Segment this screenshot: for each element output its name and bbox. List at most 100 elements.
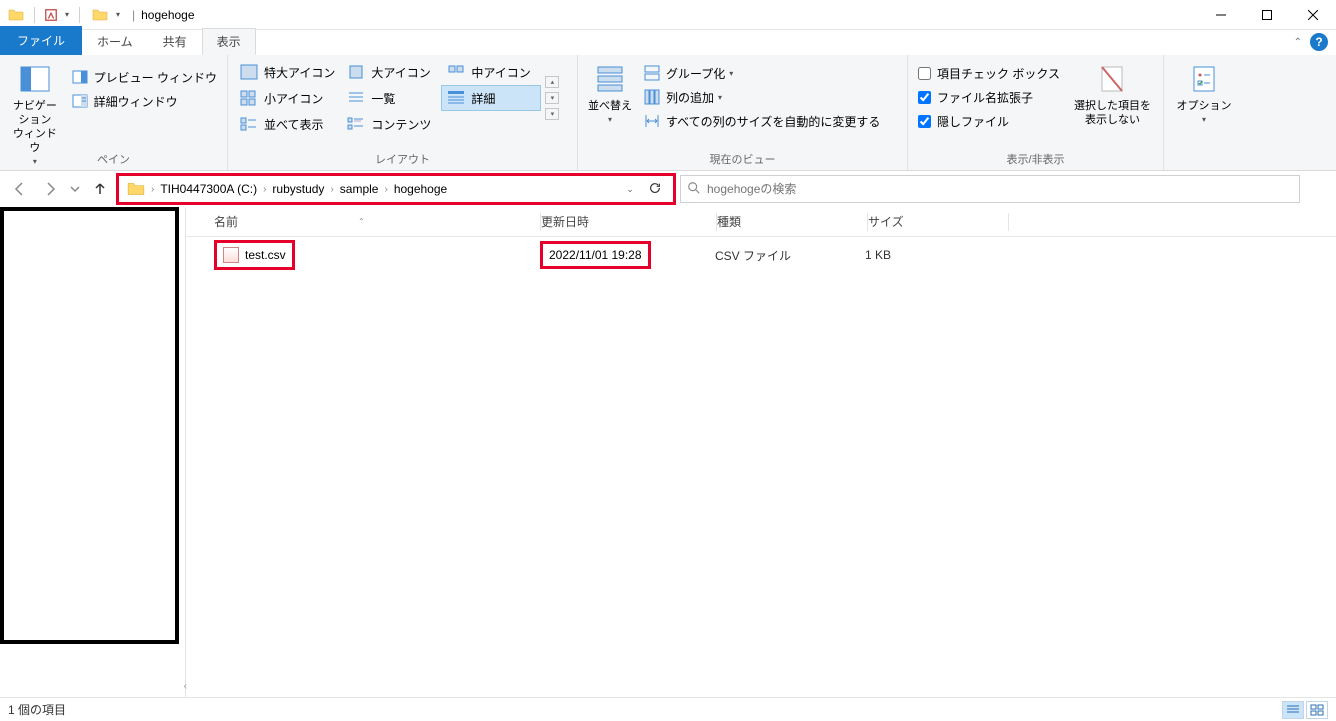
up-button[interactable] [88,177,112,201]
details-pane-icon [72,93,88,109]
column-header-size[interactable]: サイズ [868,213,1008,230]
separator: | [132,8,135,22]
qat-customize-icon[interactable]: ▾ [116,10,124,19]
breadcrumb-item[interactable]: rubystudy [268,182,328,196]
search-input[interactable] [707,182,1293,196]
layout-tiles[interactable]: 並べて表示 [234,111,341,137]
address-dropdown-icon[interactable]: ⌄ [619,184,641,195]
highlight-box: test.csv [214,240,295,270]
layout-label: 中アイコン [471,64,530,81]
layout-extra-large[interactable]: 特大アイコン [234,59,341,85]
file-name: test.csv [245,248,286,262]
checkbox[interactable] [918,91,931,104]
tab-home[interactable]: ホーム [82,28,148,55]
chevron-right-icon[interactable]: › [382,184,389,195]
options-button[interactable]: オプション ▾ [1173,59,1236,147]
navigation-pane[interactable] [0,207,186,698]
sort-label: 並べ替え [588,99,632,113]
hidden-files-toggle[interactable]: 隠しファイル [914,109,1064,133]
hide-selected-label: 選択した項目を 表示しない [1074,99,1151,127]
sort-by-button[interactable]: 並べ替え ▾ [584,59,636,147]
layout-content[interactable]: コンテンツ [341,111,441,137]
qat-dropdown-icon[interactable]: ▾ [65,10,73,19]
navigation-pane-icon [19,63,51,95]
chevron-right-icon[interactable]: › [261,184,268,195]
navigation-pane-button[interactable]: ナビゲーション ウィンドウ ▾ [6,59,64,147]
checkbox[interactable] [918,67,931,80]
column-separator[interactable] [1008,213,1009,231]
hide-selected-button[interactable]: 選択した項目を 表示しない [1070,59,1155,147]
chevron-down-icon: ▾ [608,115,612,124]
preview-pane-icon [72,69,88,85]
preview-pane-button[interactable]: プレビュー ウィンドウ [68,65,221,89]
maximize-button[interactable] [1244,0,1290,30]
checkbox-label: ファイル名拡張子 [937,89,1033,106]
tab-share[interactable]: 共有 [148,28,202,55]
options-icon [1188,63,1220,95]
help-icon[interactable]: ? [1310,33,1328,51]
file-list: 名前⌃ 更新日時 種類 サイズ test.csv 2022/11/01 19:2… [186,207,1336,698]
file-extensions-toggle[interactable]: ファイル名拡張子 [914,85,1064,109]
layout-label: 特大アイコン [264,64,335,81]
chevron-down-icon: ▾ [729,69,733,78]
layout-list[interactable]: 一覧 [341,85,441,111]
group-by-button[interactable]: グループ化 ▾ [640,61,884,85]
chevron-down-icon: ▾ [1202,115,1206,124]
checkbox[interactable] [918,115,931,128]
layout-small[interactable]: 小アイコン [234,85,341,111]
thumbnails-view-toggle[interactable] [1306,701,1328,719]
status-bar: 1 個の項目 [0,697,1336,721]
group-label-current-view: 現在のビュー [584,149,901,168]
layout-label: 並べて表示 [264,116,324,133]
splitter[interactable] [179,207,185,698]
details-pane-button[interactable]: 詳細ウィンドウ [68,89,221,113]
chevron-right-icon[interactable]: › [149,184,156,195]
breadcrumb-item[interactable]: sample [336,182,383,196]
column-headers: 名前⌃ 更新日時 種類 サイズ [186,207,1336,237]
qat-properties-icon[interactable] [43,7,59,23]
forward-button[interactable] [38,177,62,201]
group-icon [644,65,660,81]
search-box[interactable] [680,175,1300,203]
list-icon [347,90,365,106]
layout-details[interactable]: 詳細 [441,85,541,111]
breadcrumb-item[interactable]: hogehoge [390,182,451,196]
file-name-cell: test.csv [214,240,540,270]
minimize-button[interactable] [1198,0,1244,30]
checkbox-label: 項目チェック ボックス [937,65,1060,82]
layout-medium[interactable]: 中アイコン [441,59,541,85]
main-area: 名前⌃ 更新日時 種類 サイズ test.csv 2022/11/01 19:2… [0,207,1336,698]
column-header-name[interactable]: 名前⌃ [214,213,540,230]
column-header-type[interactable]: 種類 [717,213,867,230]
chevron-right-icon[interactable]: › [328,184,335,195]
file-row[interactable]: test.csv 2022/11/01 19:28 CSV ファイル 1 KB [186,237,1336,273]
recent-locations-button[interactable] [68,177,82,201]
refresh-button[interactable] [641,181,669,198]
add-columns-button[interactable]: 列の追加 ▾ [640,85,884,109]
layout-large[interactable]: 大アイコン [341,59,441,85]
address-bar[interactable]: › TIH0447300A (C:) › rubystudy › sample … [118,175,674,203]
item-checkboxes-toggle[interactable]: 項目チェック ボックス [914,61,1064,85]
file-date-cell: 2022/11/01 19:28 [540,241,715,269]
tab-file[interactable]: ファイル [0,26,82,55]
scroll-more-icon[interactable]: ▾ [545,108,559,120]
folder-icon [127,180,145,198]
tab-view[interactable]: 表示 [202,28,256,55]
scroll-down-icon[interactable]: ▾ [545,92,559,104]
scroll-up-icon[interactable]: ▴ [545,76,559,88]
collapse-ribbon-icon[interactable]: ⌃ [1294,37,1302,48]
details-view-toggle[interactable] [1282,701,1304,719]
autosize-columns-button[interactable]: すべての列のサイズを自動的に変更する [640,109,884,133]
close-button[interactable] [1290,0,1336,30]
group-label-layout: レイアウト [234,149,571,168]
group-label-panes: ペイン [6,149,221,168]
group-label: グループ化 [666,65,725,82]
breadcrumb-item[interactable]: TIH0447300A (C:) [156,182,261,196]
add-columns-icon [644,89,660,105]
tiles-icon [240,116,258,132]
file-type: CSV ファイル [715,247,791,264]
column-header-date[interactable]: 更新日時 [541,213,716,230]
search-icon [687,181,701,198]
back-button[interactable] [8,177,32,201]
layout-scroll[interactable]: ▴ ▾ ▾ [543,59,561,137]
